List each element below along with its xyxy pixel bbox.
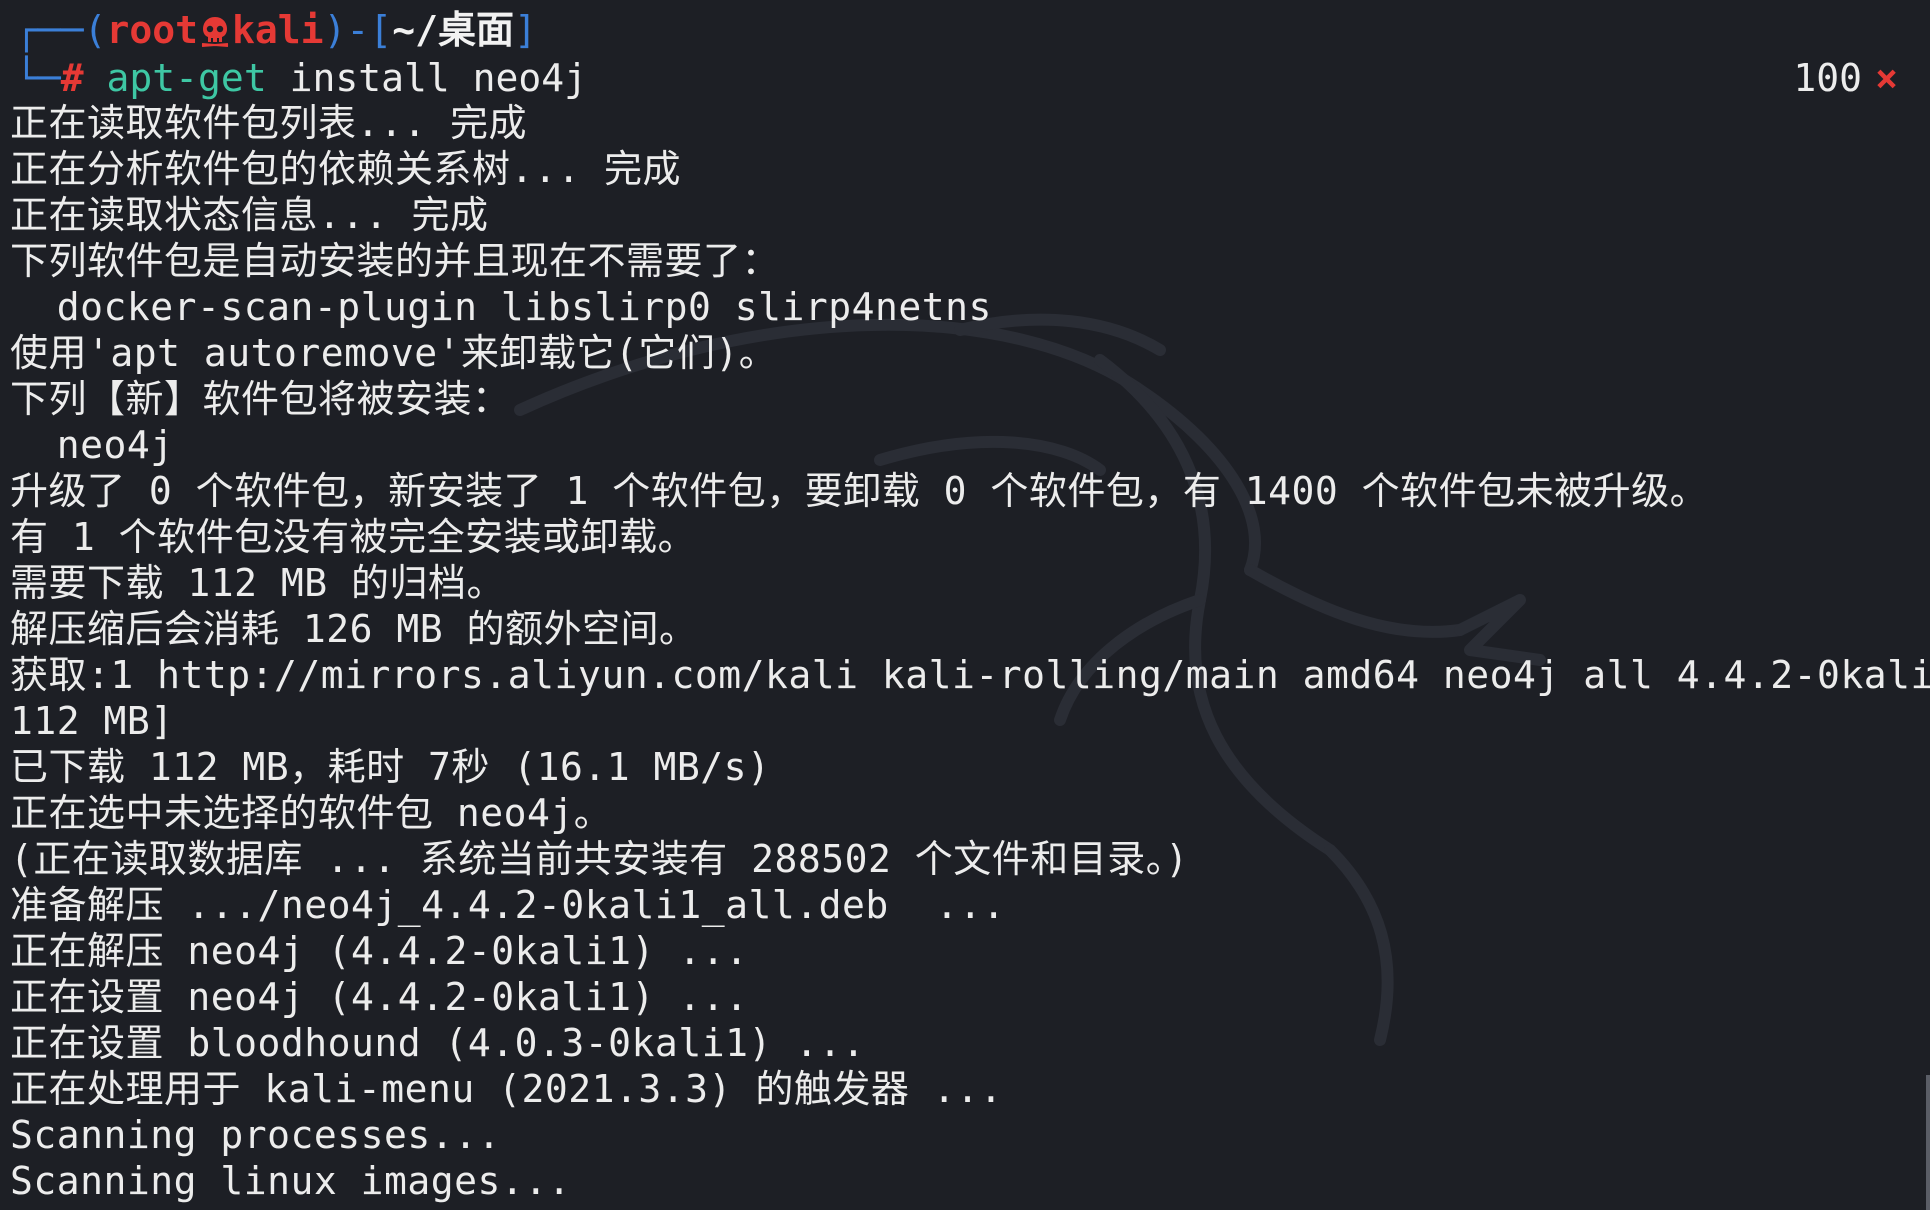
output-line: 下列【新】软件包将被安装： [10, 377, 511, 421]
command-line[interactable]: └─# apt-get install neo4j [15, 53, 587, 103]
output-line: 已下载 112 MB，耗时 7秒 (16.1 MB/s) [10, 745, 771, 789]
output-line: 正在读取状态信息... 完成 [10, 193, 489, 237]
output-line: 下列软件包是自动安装的并且现在不需要了： [10, 239, 781, 283]
prompt-path: ~/桌面 [392, 8, 514, 52]
exit-status-icon: × [1875, 56, 1898, 100]
output-line: 获取:1 http://mirrors.aliyun.com/kali kali… [10, 653, 1930, 697]
output-line: 有 1 个软件包没有被完全安装或卸载。 [10, 515, 697, 559]
skull-icon [201, 17, 229, 47]
command-args: install neo4j [266, 56, 587, 100]
output-line: neo4j [10, 423, 174, 467]
output-line: 正在分析软件包的依赖关系树... 完成 [10, 147, 682, 191]
scrollbar[interactable] [1926, 1075, 1930, 1210]
prompt-hash: # [60, 56, 84, 100]
output-line: 正在解压 neo4j (4.4.2-0kali1) ... [10, 929, 749, 973]
prompt-user: root [106, 8, 199, 52]
prompt-frame-top: ┌──( [15, 8, 107, 52]
output-line: Scanning processes... [10, 1113, 501, 1157]
output-line: Scanning linux images... [10, 1159, 572, 1203]
prompt-frame-end: ] [513, 8, 537, 52]
prompt-frame-mid: )-[ [323, 8, 393, 52]
prompt-host: kali [232, 8, 324, 52]
output-line: 正在设置 neo4j (4.4.2-0kali1) ... [10, 975, 749, 1019]
output-line: 使用'apt autoremove'来卸载它(它们)。 [10, 331, 778, 375]
terminal-window[interactable]: ┌──(root kali)-[~/桌面] └─# apt-get install… [0, 0, 1930, 1210]
output-line: 正在设置 bloodhound (4.0.3-0kali1) ... [10, 1021, 866, 1065]
command-name: apt-get [106, 56, 267, 100]
output-line: 正在选中未选择的软件包 neo4j。 [10, 791, 613, 835]
output-line: 正在读取软件包列表... 完成 [10, 101, 528, 145]
prompt-header: ┌──(root kali)-[~/桌面] [15, 5, 537, 55]
output-line: 解压缩后会消耗 126 MB 的额外空间。 [10, 607, 698, 651]
output-line: 112 MB] [10, 699, 174, 743]
output-line: 正在处理用于 kali-menu (2021.3.3) 的触发器 ... [10, 1067, 1003, 1111]
output-line: 需要下载 112 MB 的归档。 [10, 561, 506, 605]
prompt-frame-bottom: └─ [15, 56, 61, 100]
output-line: 准备解压 .../neo4j_4.4.2-0kali1_all.deb ... [10, 883, 1006, 927]
output-line: docker-scan-plugin libslirp0 slirp4netns [10, 285, 992, 329]
output-line: (正在读取数据库 ... 系统当前共安装有 288502 个文件和目录。) [10, 837, 1189, 881]
exit-status-value: 100 [1793, 56, 1862, 100]
output-line: 升级了 0 个软件包，新安装了 1 个软件包，要卸载 0 个软件包，有 1400… [10, 469, 1709, 513]
